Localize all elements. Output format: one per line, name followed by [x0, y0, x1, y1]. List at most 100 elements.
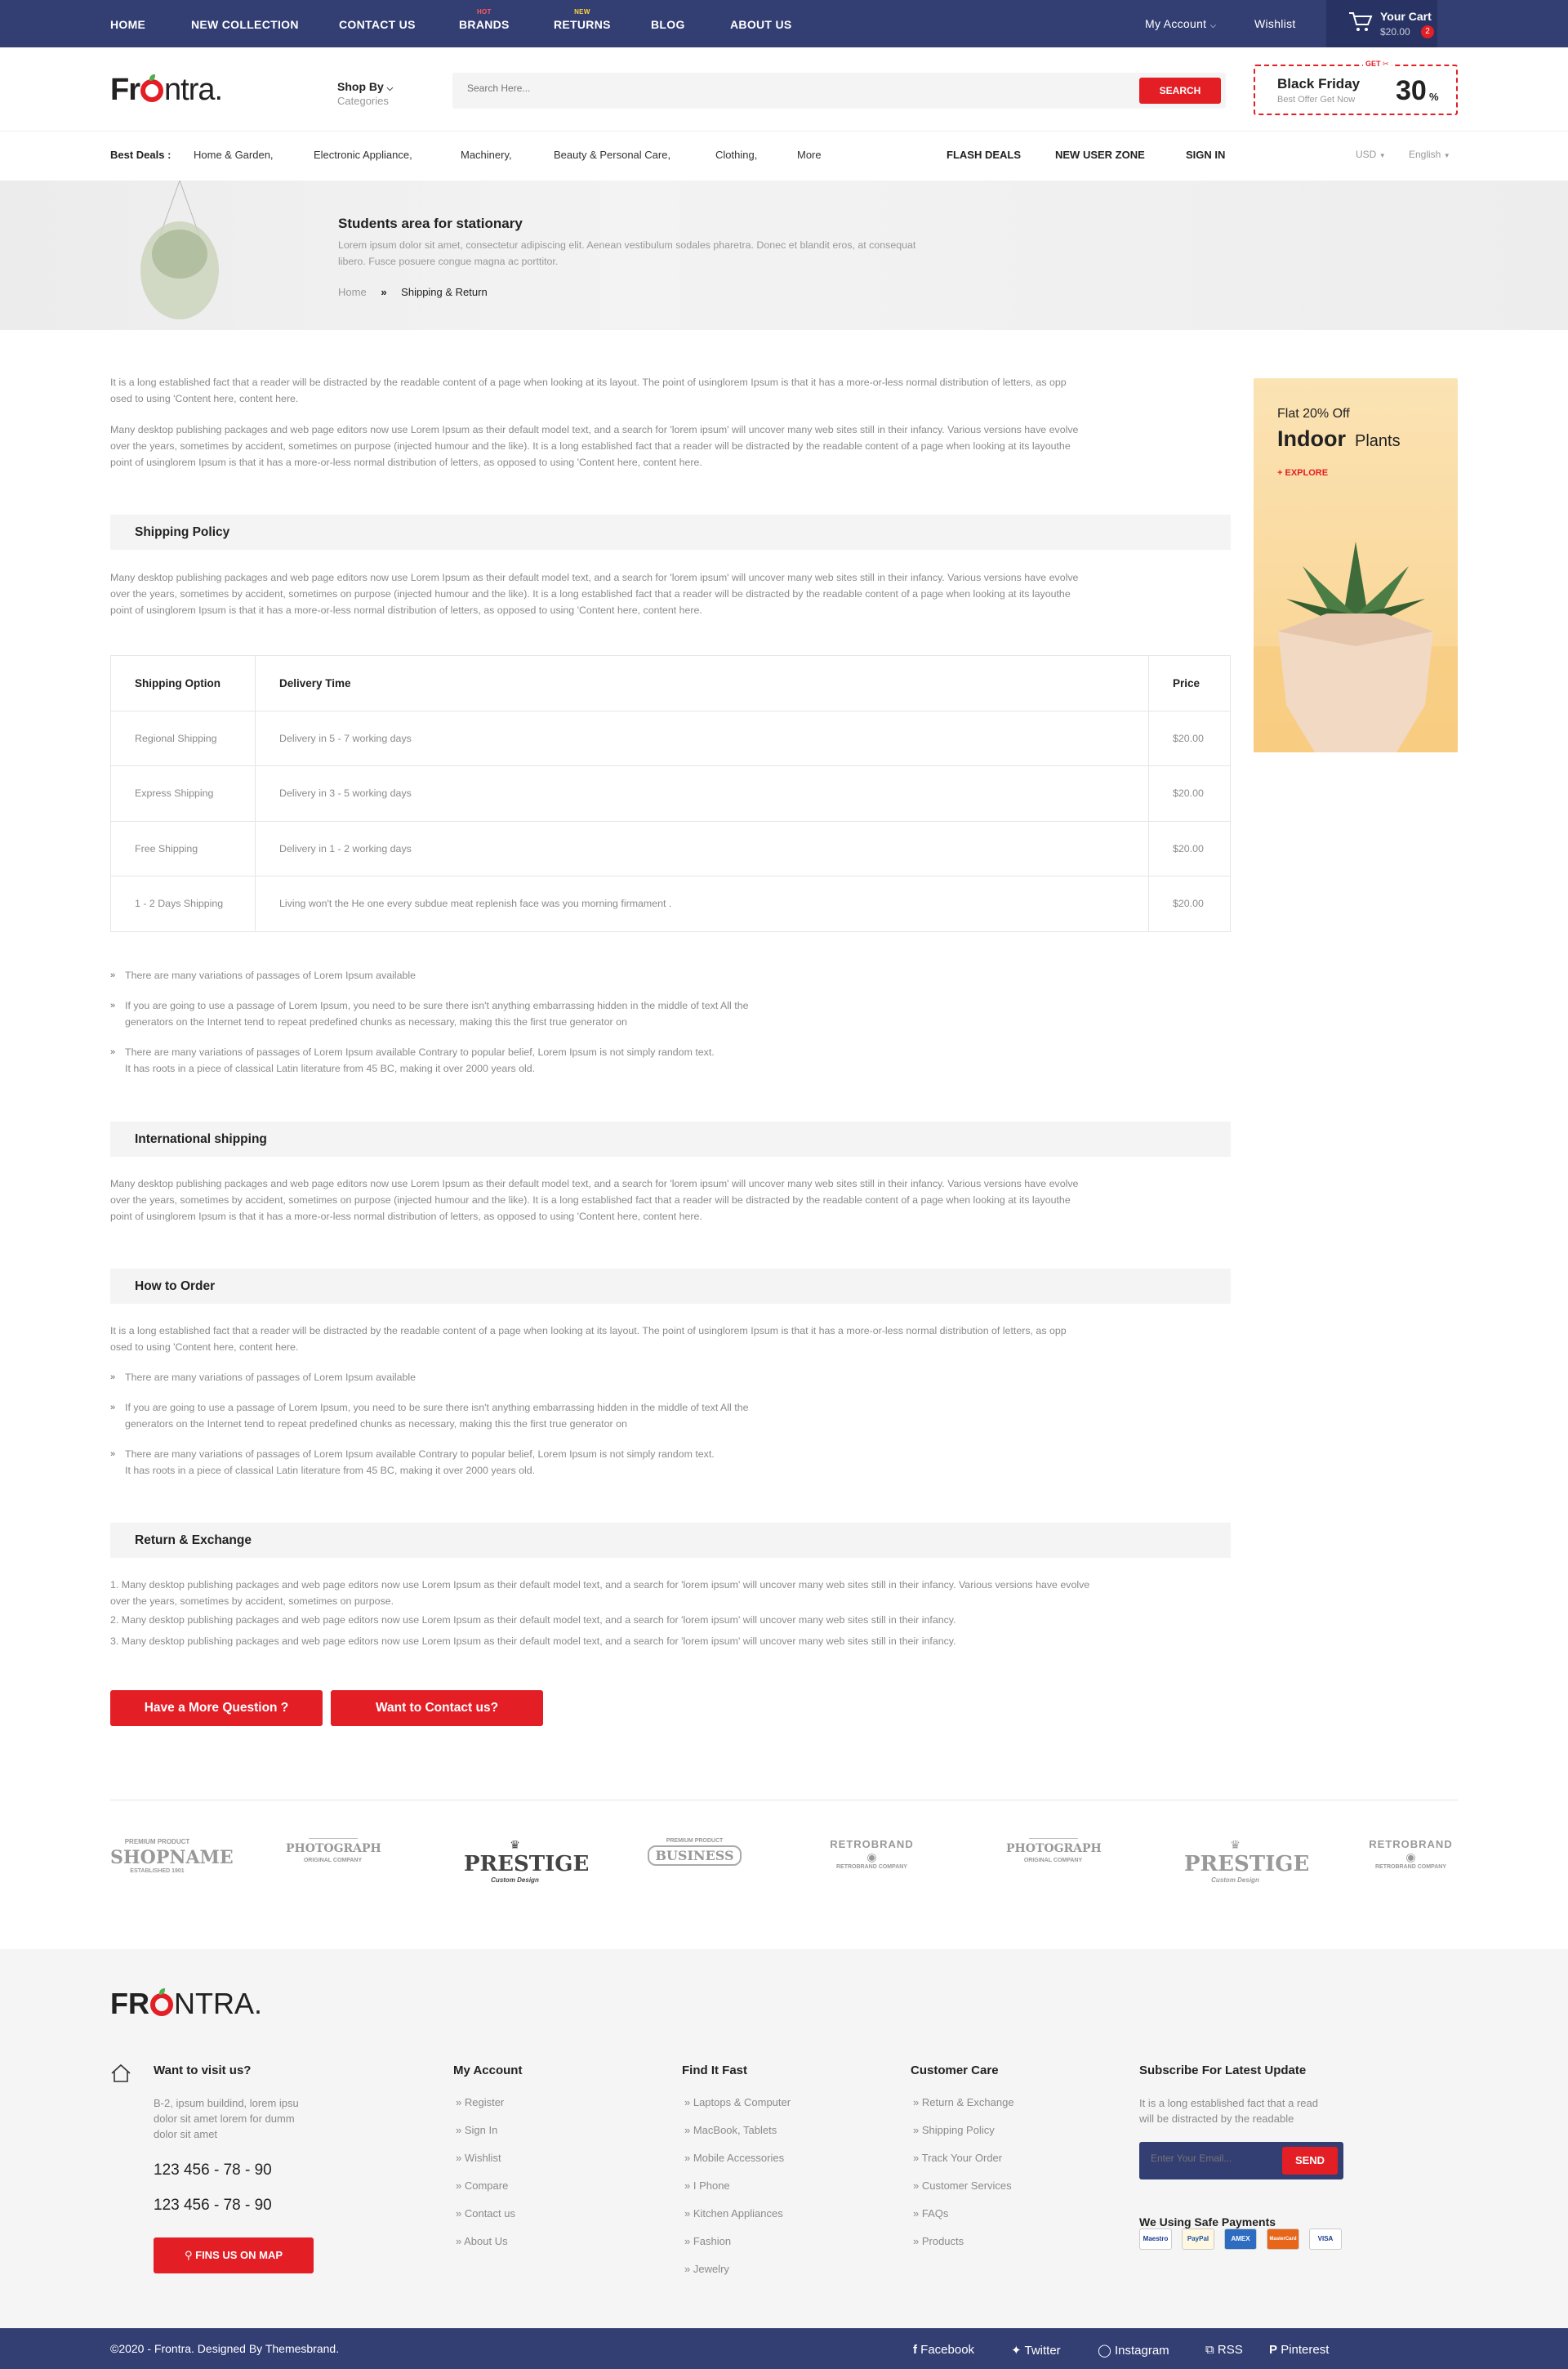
send-button[interactable]: SEND [1282, 2147, 1338, 2175]
brand-name: BUSINESS [648, 1845, 742, 1866]
table-cell: $20.00 [1148, 820, 1231, 877]
text-line: osed to using 'Content here, content her… [110, 393, 299, 404]
indoor-plants-ad[interactable]: Flat 20% Off Indoor Plants + EXPLORE [1254, 378, 1458, 752]
visit-title: Want to visit us? [154, 2063, 252, 2077]
rss-link[interactable]: ⧉ RSS [1205, 2343, 1243, 2357]
footer-link-fashion[interactable]: » Fashion [684, 2235, 731, 2247]
footer-link-wishlist[interactable]: » Wishlist [456, 2152, 501, 2164]
breadcrumb: Home » Shipping & Return [338, 286, 488, 298]
brand-name: PRESTIGE [1184, 1852, 1310, 1876]
breadcrumb-separator: » [381, 286, 387, 298]
brand-logo[interactable]: ♛ PRESTIGE Custom Design [1184, 1838, 1310, 1903]
text-line: osed to using 'Content here, content her… [110, 1341, 299, 1353]
nav-blog[interactable]: BLOG [651, 18, 685, 31]
nav-returns[interactable]: NEW RETURNS [554, 8, 611, 31]
footer-link-track-order[interactable]: » Track Your Order [913, 2152, 1002, 2164]
brand-logo[interactable]: RETROBRAND ◉ RETROBRAND COMPANY [825, 1838, 919, 1903]
logo[interactable]: Fr ntra. [110, 73, 223, 108]
deal-electronic-appliance[interactable]: Electronic Appliance, [314, 149, 412, 161]
search-input[interactable] [467, 83, 1039, 94]
search-button[interactable]: SEARCH [1139, 78, 1221, 104]
top-navigation-bar: HOME NEW COLLECTION CONTACT US HOT BRANDS… [0, 0, 1568, 47]
footer-link-products[interactable]: » Products [913, 2235, 964, 2247]
footer-link-mobile-accessories[interactable]: » Mobile Accessories [684, 2152, 784, 2164]
deal-home-garden[interactable]: Home & Garden, [194, 149, 274, 161]
currency-select[interactable]: USD ▼ [1356, 149, 1386, 160]
my-account-dropdown[interactable]: My Account ⌵ [1145, 17, 1216, 30]
find-on-map-button[interactable]: ⚲ FINS US ON MAP [154, 2237, 314, 2273]
footer-link-iphone[interactable]: » I Phone [684, 2179, 730, 2192]
newsletter-form: SEND [1139, 2142, 1343, 2179]
ad-explore-link[interactable]: + EXPLORE [1277, 468, 1328, 478]
phone-number[interactable]: 123 456 - 78 - 90 [154, 2162, 272, 2179]
footer-link-macbook[interactable]: » MacBook, Tablets [684, 2124, 777, 2136]
phone-number[interactable]: 123 456 - 78 - 90 [154, 2197, 272, 2215]
nav-brands[interactable]: HOT BRANDS [459, 8, 510, 31]
my-account-label: My Account [1145, 17, 1207, 30]
table-row: Regional Shipping Delivery in 5 - 7 work… [110, 710, 1231, 766]
copyright: ©2020 - Frontra. Designed By Themesbrand… [110, 2342, 340, 2355]
pinterest-link[interactable]: P Pinterest [1269, 2343, 1329, 2357]
text-line: There are many variations of passages of… [125, 1372, 416, 1383]
wishlist-link[interactable]: Wishlist [1254, 17, 1296, 30]
footer-link-kitchen[interactable]: » Kitchen Appliances [684, 2207, 783, 2220]
brand-logo[interactable]: PHOTOGRAPH ORIGINAL COMPANY [286, 1838, 381, 1903]
table-cell: Free Shipping [110, 820, 256, 877]
facebook-link[interactable]: f Facebook [913, 2343, 974, 2357]
deal-beauty[interactable]: Beauty & Personal Care, [554, 149, 670, 161]
footer-link-faqs[interactable]: » FAQs [913, 2207, 948, 2220]
flash-deals-link[interactable]: FLASH DEALS [947, 149, 1021, 161]
page-banner: Students area for stationary Lorem ipsum… [0, 181, 1568, 330]
footer-logo[interactable]: FR NTRA. [110, 1987, 262, 2021]
table-cell: $20.00 [1148, 765, 1231, 822]
footer-link-customer-services[interactable]: » Customer Services [913, 2179, 1012, 2192]
email-field[interactable] [1151, 2153, 1273, 2164]
brand-logo[interactable]: PREMIUM PRODUCT SHOPNAME ESTABLISHED 190… [110, 1838, 234, 1903]
footer-link-return-exchange[interactable]: » Return & Exchange [913, 2096, 1014, 2108]
twitter-link[interactable]: ✦ Twitter [1011, 2343, 1061, 2358]
brand-logo[interactable]: ♛ PRESTIGE Custom Design [464, 1838, 590, 1903]
nav-contact-us[interactable]: CONTACT US [339, 18, 416, 31]
promo-value: 30 [1396, 75, 1427, 106]
footer-link-sign-in[interactable]: » Sign In [456, 2124, 497, 2136]
black-friday-promo[interactable]: GET ✂ Black Friday Best Offer Get Now 30… [1254, 60, 1458, 115]
new-user-zone-link[interactable]: NEW USER ZONE [1055, 149, 1145, 161]
breadcrumb-home[interactable]: Home [338, 286, 367, 298]
shop-by-categories[interactable]: Shop By ⌵ Categories [337, 80, 393, 107]
apple-emblem-icon: ◉ [1405, 1850, 1416, 1863]
language-select[interactable]: English ▼ [1409, 149, 1450, 160]
sign-in-link[interactable]: SIGN IN [1186, 149, 1225, 161]
footer-link-compare[interactable]: » Compare [456, 2179, 508, 2192]
brand-logo[interactable]: PHOTOGRAPH ORIGINAL COMPANY [1006, 1838, 1102, 1903]
contact-us-button[interactable]: Want to Contact us? [331, 1690, 543, 1726]
logo-text-left: Fr [110, 73, 140, 107]
footer-link-laptops[interactable]: » Laptops & Computer [684, 2096, 791, 2108]
deal-clothing[interactable]: Clothing, [715, 149, 757, 161]
brand-logo[interactable]: PREMIUM PRODUCT BUSINESS [648, 1838, 742, 1903]
logo-apple-icon [140, 74, 163, 102]
maestro-icon: Maestro [1139, 2228, 1172, 2250]
footer-link-jewelry[interactable]: » Jewelry [684, 2263, 729, 2275]
footer-link-contact-us[interactable]: » Contact us [456, 2207, 515, 2220]
footer-link-register[interactable]: » Register [456, 2096, 504, 2108]
instagram-link[interactable]: ◯ Instagram [1098, 2343, 1169, 2358]
brand-name: PRESTIGE [464, 1852, 590, 1876]
nav-about-us[interactable]: ABOUT US [730, 18, 792, 31]
deal-machinery[interactable]: Machinery, [461, 149, 512, 161]
text-line: There are many variations of passages of… [125, 970, 416, 981]
deal-more[interactable]: More [797, 149, 822, 161]
table-cell: 1 - 2 Days Shipping [110, 876, 256, 932]
table-cell: Express Shipping [110, 765, 256, 822]
footer-link-about-us[interactable]: » About Us [456, 2235, 508, 2247]
text-line: It is a long established fact that a rea… [110, 1325, 1067, 1336]
nav-home[interactable]: HOME [110, 18, 145, 31]
brand-logo[interactable]: RETROBRAND ◉ RETROBRAND COMPANY [1364, 1838, 1458, 1903]
chevron-down-icon: ⌵ [1209, 21, 1217, 30]
cart-icon [1349, 12, 1373, 31]
nav-new-collection[interactable]: NEW COLLECTION [191, 18, 299, 31]
cart-button[interactable]: Your Cart $20.00 2 [1326, 0, 1437, 47]
footer-link-shipping-policy[interactable]: » Shipping Policy [913, 2124, 995, 2136]
ad-title-bold: Indoor [1277, 426, 1346, 451]
more-question-button[interactable]: Have a More Question ? [110, 1690, 323, 1726]
logo-text-right: ntra. [164, 73, 223, 107]
